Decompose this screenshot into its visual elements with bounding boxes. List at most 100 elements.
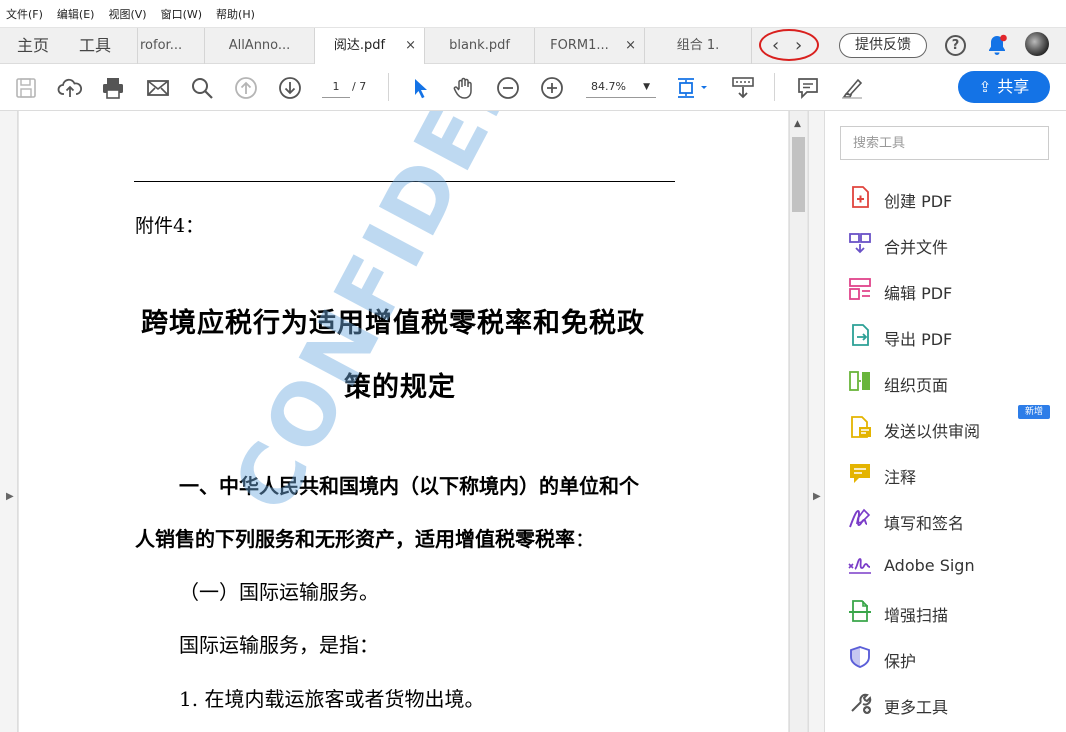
tab-home[interactable]: 主页 [0,28,66,64]
create-pdf-icon [852,186,869,208]
scrollbar-thumb[interactable] [792,137,805,212]
doc-tab-4[interactable]: blank.pdf [424,28,534,64]
edit-pdf-icon [849,278,871,300]
hand-tool-icon[interactable] [451,75,477,101]
fit-page-icon[interactable] [675,75,711,101]
tools-panel: 创建 PDF 合并文件 编辑 PDF 导出 PDF 组织页面 发送以供审阅 注释… [825,111,1066,732]
left-panel-toggle[interactable]: ▶ [0,111,18,732]
adobe-sign-icon [848,558,871,574]
doc-tab-label: blank.pdf [449,38,510,53]
doc-tab-label: AllAnno... [228,38,291,53]
feedback-button[interactable]: 提供反馈 [839,33,927,58]
more-tools-icon [851,693,872,714]
pdf-page: 附件4： 跨境应税行为适用增值税零税率和免税政 策的规定 一、中华人民共和国境内… [19,111,788,732]
organize-pages-icon [849,371,870,391]
tool-protect[interactable]: 保护 [847,642,1047,672]
email-icon[interactable] [145,75,171,101]
tool-adobe-sign[interactable]: Adobe Sign [847,550,1047,580]
tool-more-tools[interactable]: 更多工具 [847,688,1047,718]
tool-label: 保护 [884,652,917,671]
previous-page-icon[interactable] [233,75,259,101]
collapse-right-icon: ▶ [813,491,821,502]
tab-tools[interactable]: 工具 [66,28,124,64]
close-icon[interactable]: × [405,28,416,64]
paragraph-item1: （一）国际运输服务。 [179,580,379,604]
section-heading-colon: ： [575,527,595,551]
select-cursor-icon[interactable] [407,75,433,101]
send-review-icon [851,416,871,438]
doc-tab-label: 组合 1. [676,38,720,53]
tool-label: 填写和签名 [884,514,965,533]
tool-export-pdf[interactable]: 导出 PDF [847,320,1047,350]
tool-label: 编辑 PDF [884,284,953,303]
page-number-input[interactable] [322,76,350,98]
tool-fill-sign[interactable]: 填写和签名 [847,504,1047,534]
tool-organize-pages[interactable]: 组织页面 [847,366,1047,396]
doc-tab-label: rofor... [140,38,183,53]
save-icon[interactable] [13,75,39,101]
document-scrollbar[interactable]: ▲ [789,111,807,732]
print-icon[interactable] [100,75,126,101]
export-pdf-icon [852,324,869,346]
tool-enhance-scan[interactable]: 增强扫描 [847,596,1047,626]
zoom-in-icon[interactable] [539,75,565,101]
doc-tab-6[interactable]: 组合 1. [644,28,752,64]
doc-tab-1[interactable]: rofor... [137,28,204,64]
section-heading-line2: 人销售的下列服务和无形资产，适用增值税零税率： [135,523,595,552]
toolbar-divider [774,73,775,101]
scroll-up-icon[interactable]: ▲ [794,119,801,129]
doc-tab-5[interactable]: FORM1... × [534,28,644,64]
next-page-icon[interactable] [277,75,303,101]
doc-tab-3[interactable]: 阅达.pdf × [314,28,424,65]
tool-label: 增强扫描 [884,606,949,625]
tool-label: 创建 PDF [884,192,953,211]
tool-label: 组织页面 [884,376,949,395]
share-button[interactable]: ⇪ 共享 [958,71,1050,103]
comment-icon[interactable] [795,75,821,101]
doc-tab-2[interactable]: AllAnno... [204,28,314,64]
upload-cloud-icon[interactable] [57,75,83,101]
tool-edit-pdf[interactable]: 编辑 PDF [847,274,1047,304]
menu-file[interactable]: 文件(F) [6,6,43,22]
toolbar-divider [388,73,389,101]
share-icon: ⇪ [978,78,992,96]
combine-files-icon [849,233,871,254]
menu-bar: 文件(F) 编辑(E) 视图(V) 窗口(W) 帮助(H) [0,0,1066,28]
notification-bell-icon[interactable] [985,33,1009,57]
paragraph-item3: 1. 在境内载运旅客或者货物出境。 [179,687,485,711]
tool-label: 发送以供审阅 [884,422,981,441]
tool-label: Adobe Sign [884,556,975,575]
annex-label: 附件4： [135,215,205,237]
tool-search-input[interactable] [840,126,1049,160]
comment-icon [850,464,870,483]
avatar[interactable] [1025,32,1049,56]
expand-left-icon: ▶ [6,491,14,502]
zoom-select[interactable]: 84.7% ▼ [586,76,656,98]
tool-label: 导出 PDF [884,330,953,349]
tool-create-pdf[interactable]: 创建 PDF [847,182,1047,212]
menu-edit[interactable]: 编辑(E) [57,6,95,22]
close-icon[interactable]: × [625,28,636,64]
tool-combine-files[interactable]: 合并文件 [847,228,1047,258]
help-icon[interactable]: ? [945,35,966,56]
tool-send-review[interactable]: 发送以供审阅 [847,412,1047,442]
share-label: 共享 [997,77,1030,96]
tool-comment[interactable]: 注释 [847,458,1047,488]
scrolling-mode-icon[interactable] [730,75,756,101]
section-heading-bold: 人销售的下列服务和无形资产，适用增值税零税率 [135,527,575,551]
toolbar [0,64,1066,111]
menu-window[interactable]: 窗口(W) [161,6,202,22]
tool-label: 合并文件 [884,238,949,257]
menu-view[interactable]: 视图(V) [108,6,146,22]
menu-help[interactable]: 帮助(H) [216,6,255,22]
zoom-out-icon[interactable] [495,75,521,101]
search-icon[interactable] [189,75,215,101]
paragraph-item2: 国际运输服务，是指： [179,633,379,657]
highlight-pen-icon[interactable] [839,75,865,101]
doc-tab-label: FORM1... [550,38,609,53]
right-panel-toggle[interactable]: ▶ [808,111,825,732]
enhance-scan-icon [849,600,871,622]
annotation-circle [759,29,819,61]
page-total: / 7 [352,80,367,93]
fill-sign-icon [849,508,871,528]
